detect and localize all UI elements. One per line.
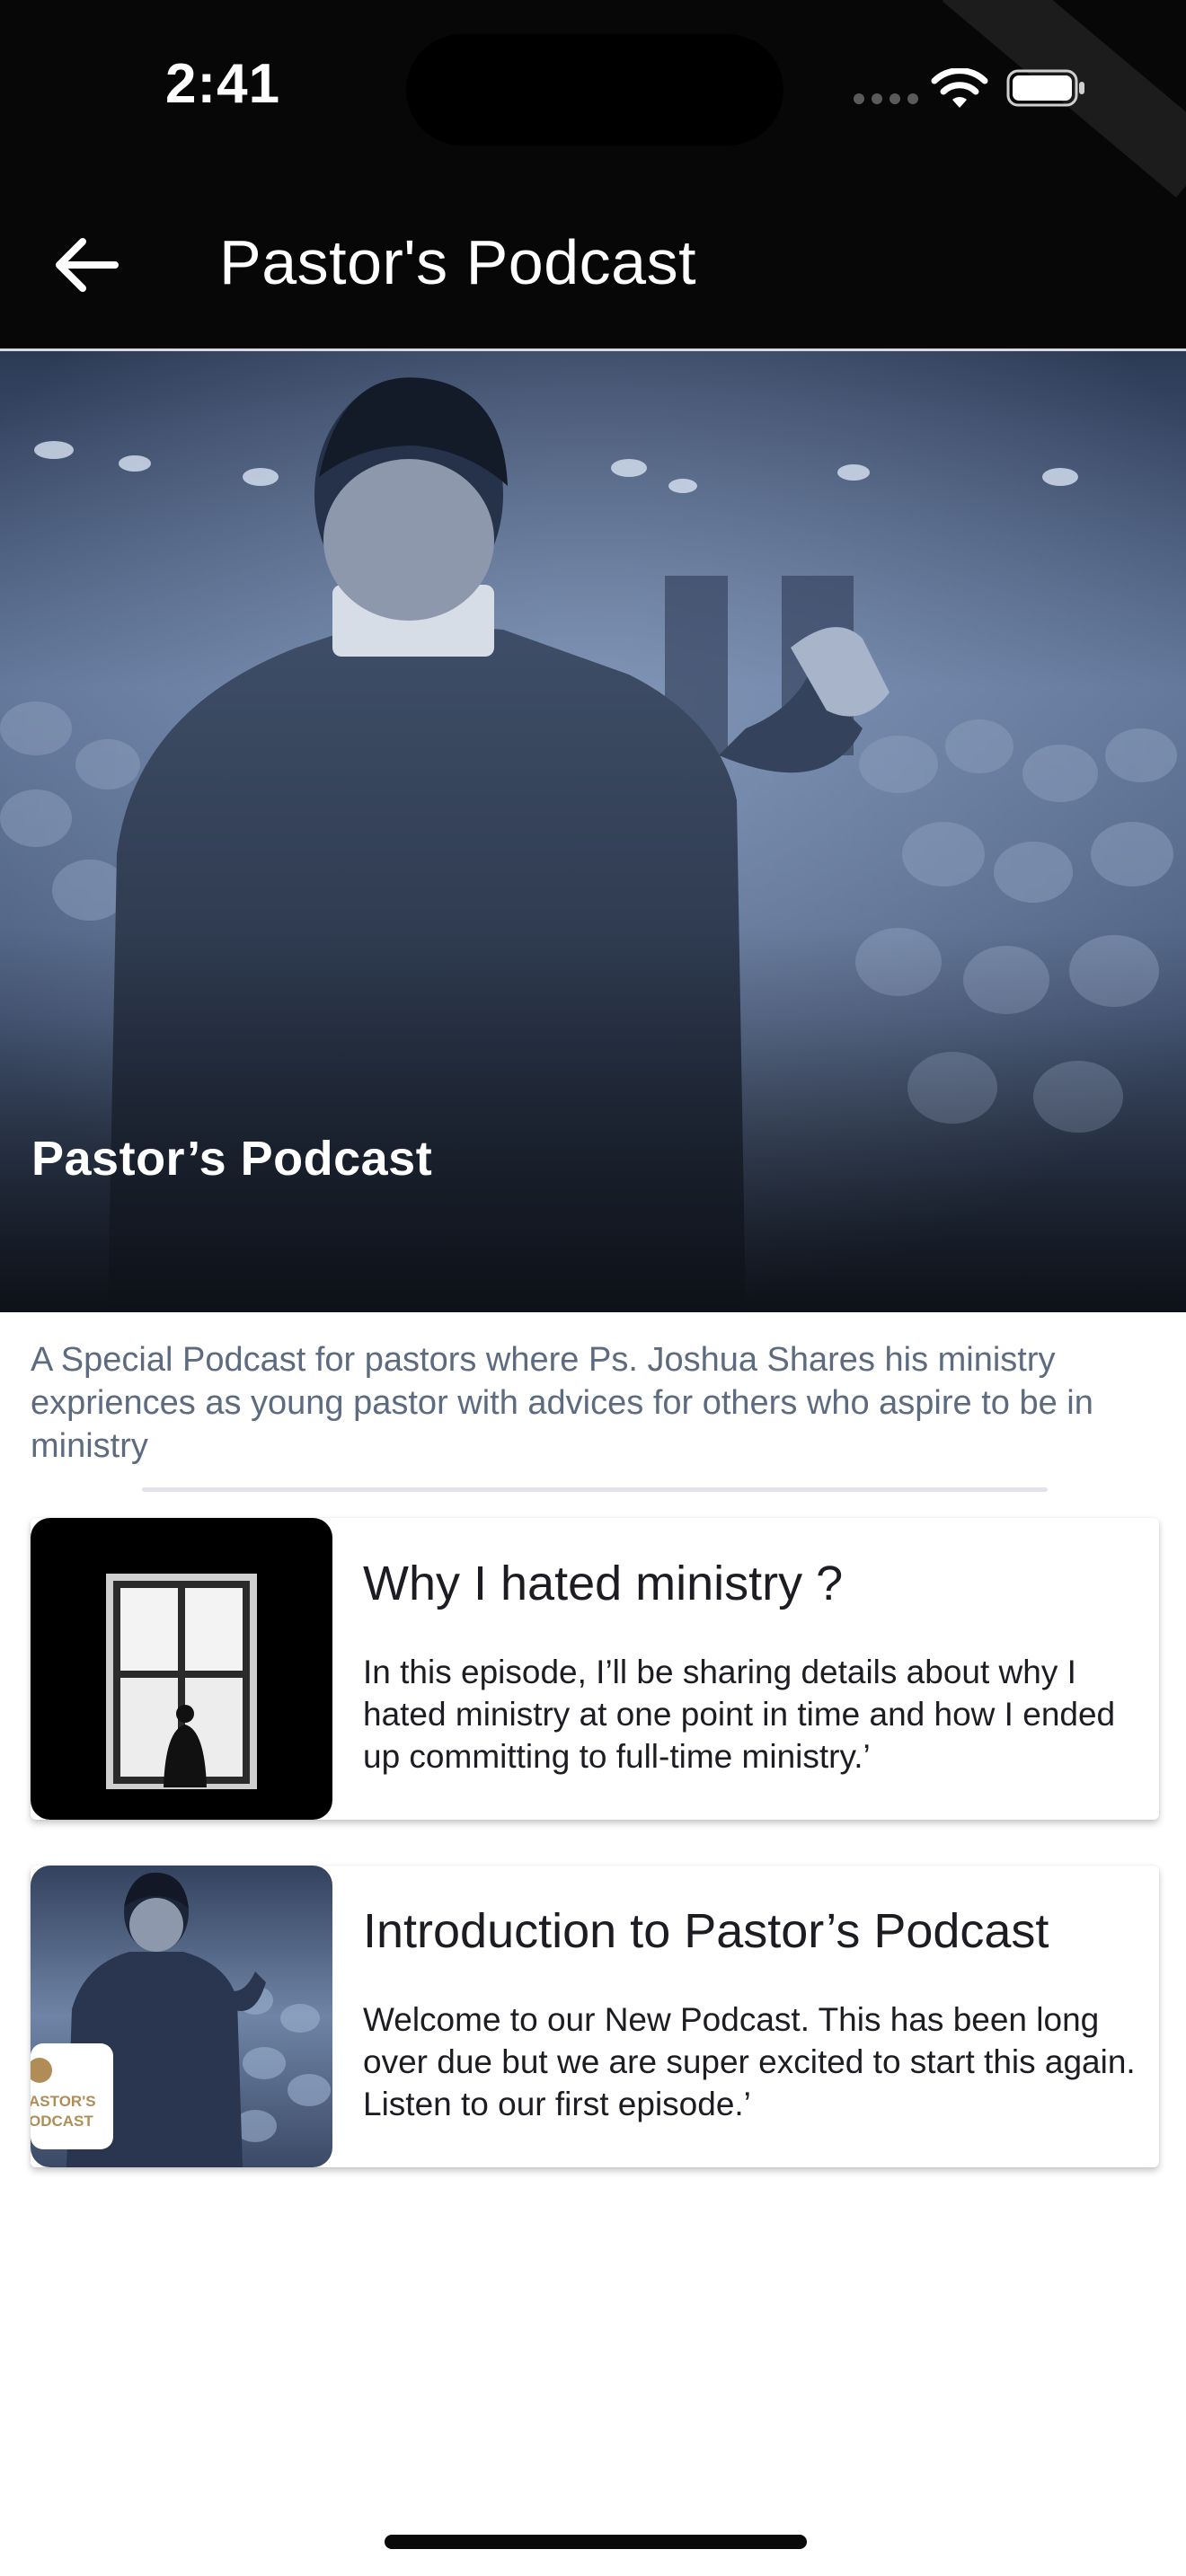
svg-text:ASTOR'S: ASTOR'S — [31, 2093, 96, 2110]
arrow-left-icon — [56, 238, 119, 292]
home-indicator[interactable] — [385, 2535, 807, 2549]
episode-thumbnail — [31, 1518, 332, 1820]
episode-thumbnail: ASTOR'S ODCAST — [31, 1866, 332, 2167]
app-header: 2:41 Pastor's Podcast — [0, 0, 1186, 350]
battery-icon — [1006, 69, 1084, 107]
hero-title: Pastor’s Podcast — [31, 1132, 433, 1186]
status-time: 2:41 — [165, 53, 281, 115]
signal-dots-icon — [854, 93, 918, 104]
speaker-thumbnail-image: ASTOR'S ODCAST — [31, 1866, 332, 2167]
episode-card[interactable]: Why I hated ministry ? In this episode, … — [31, 1518, 1159, 1820]
dynamic-island — [406, 34, 783, 146]
back-button[interactable] — [45, 225, 126, 305]
episode-title: Introduction to Pastor’s Podcast — [363, 1904, 1049, 1958]
window-silhouette-image — [31, 1518, 332, 1820]
section-divider — [142, 1487, 1048, 1492]
episode-summary: Welcome to our New Podcast. This has bee… — [363, 2001, 1136, 2122]
episode-summary: In this episode, I’ll be sharing details… — [363, 1654, 1116, 1775]
podcast-description: A Special Podcast for pastors where Ps. … — [31, 1341, 1093, 1465]
hero-banner: Pastor’s Podcast — [0, 351, 1186, 1312]
page-title: Pastor's Podcast — [219, 227, 697, 297]
svg-text:ODCAST: ODCAST — [31, 2113, 93, 2130]
wifi-icon — [931, 68, 988, 108]
episode-title: Why I hated ministry ? — [363, 1557, 844, 1610]
episode-card[interactable]: ASTOR'S ODCAST Introduction to Pastor’s … — [31, 1866, 1159, 2167]
